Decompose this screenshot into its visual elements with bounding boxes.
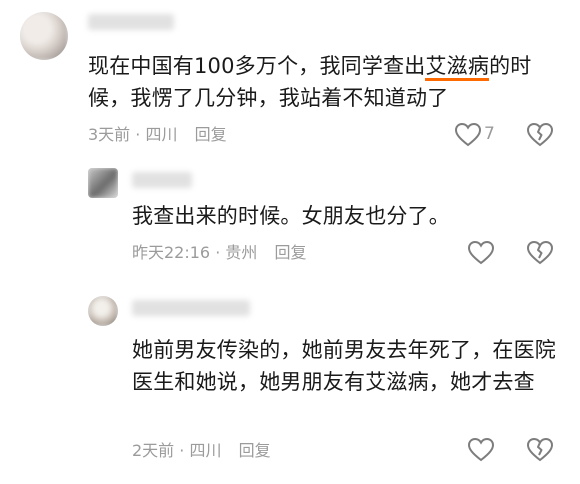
heart-outline-icon[interactable]: [455, 123, 481, 147]
timestamp: 昨天22:16: [132, 243, 211, 262]
avatar[interactable]: [20, 12, 68, 60]
username[interactable]: [132, 300, 250, 316]
location: 贵州: [225, 243, 258, 262]
highlighted-keyword-link[interactable]: 艾滋病: [425, 54, 490, 81]
meta-separator: ·: [215, 243, 221, 262]
reply-button[interactable]: 回复: [195, 125, 227, 144]
like-count: 7: [484, 124, 495, 144]
location: 四川: [145, 125, 178, 144]
reply-button[interactable]: 回复: [275, 243, 307, 262]
broken-heart-outline-icon[interactable]: [527, 438, 553, 462]
comment-meta: 3天前 · 四川 回复: [88, 124, 227, 146]
avatar[interactable]: [88, 296, 118, 326]
reply-button[interactable]: 回复: [239, 441, 271, 460]
broken-heart-outline-icon[interactable]: [527, 241, 553, 265]
timestamp: 2天前: [132, 441, 175, 460]
meta-separator: ·: [135, 125, 141, 144]
heart-outline-icon[interactable]: [468, 241, 494, 265]
username[interactable]: [88, 14, 174, 30]
avatar[interactable]: [88, 168, 118, 198]
comment-text: 她前男友传染的，她前男友去年死了，在医院医生和她说，她男朋友有艾滋病，她才去查: [132, 338, 556, 394]
comment-text: 我查出来的时候。女朋友也分了。: [132, 204, 450, 228]
username[interactable]: [132, 172, 192, 188]
comment-text: 现在中国有100多万个，我同学查出艾滋病的时候，我愣了几分钟，我站着不知道动了: [88, 54, 532, 110]
heart-outline-icon[interactable]: [468, 438, 494, 462]
comment-meta: 2天前 · 四川 回复: [132, 440, 271, 462]
location: 四川: [189, 441, 222, 460]
meta-separator: ·: [179, 441, 185, 460]
broken-heart-outline-icon[interactable]: [527, 123, 553, 147]
comment-meta: 昨天22:16 · 贵州 回复: [132, 242, 307, 264]
timestamp: 3天前: [88, 125, 131, 144]
